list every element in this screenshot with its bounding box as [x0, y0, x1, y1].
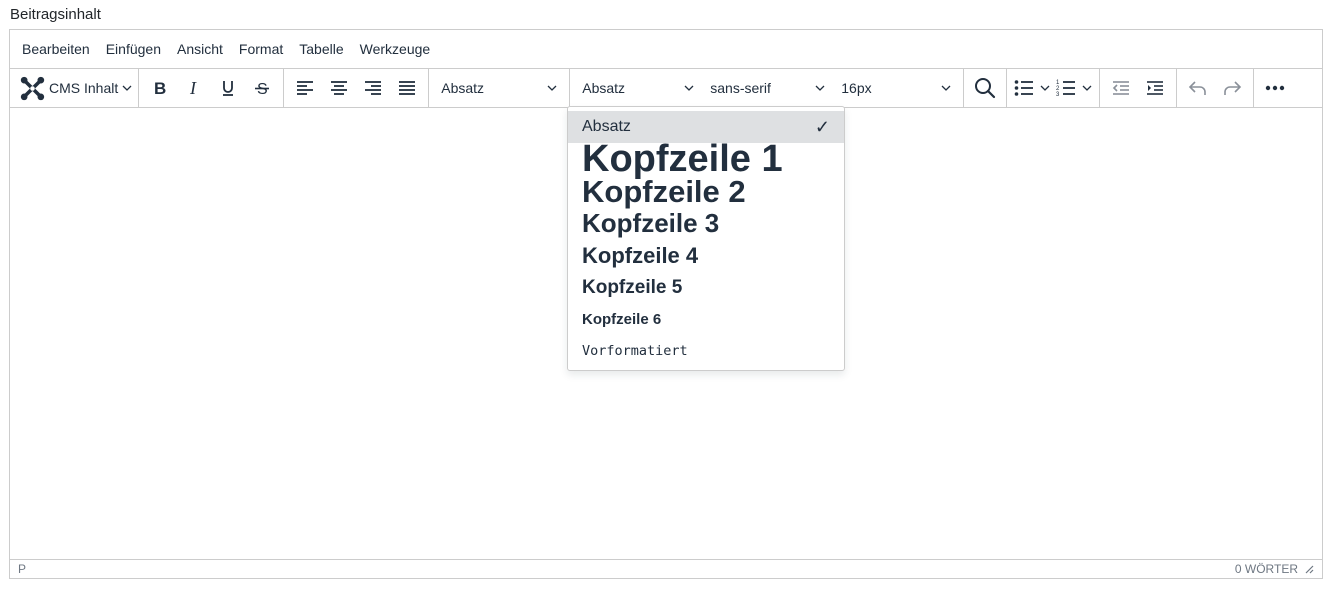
align-justify-icon: [399, 81, 416, 95]
font-family-value: sans-serif: [710, 80, 771, 96]
block-format-select[interactable]: Absatz: [574, 73, 702, 103]
svg-text:B: B: [154, 79, 166, 97]
redo-button[interactable]: [1215, 73, 1249, 103]
toolbar-group-more: [1254, 69, 1296, 107]
menu-insert[interactable]: Einfügen: [98, 35, 169, 63]
italic-button[interactable]: I: [177, 73, 211, 103]
outdent-icon: [1113, 81, 1130, 95]
format-select-1-value: Absatz: [441, 80, 485, 96]
menu-tools[interactable]: Werkzeuge: [352, 35, 439, 63]
joomla-logo-icon: [20, 76, 45, 100]
format-option-label: Kopfzeile 3: [582, 208, 720, 238]
menu-table[interactable]: Tabelle: [291, 35, 351, 63]
svg-text:3: 3: [1056, 92, 1060, 97]
underline-icon: [223, 81, 234, 96]
format-option-label: Kopfzeile 2: [582, 174, 746, 209]
numbered-list-button[interactable]: 123: [1053, 73, 1095, 103]
strikethrough-icon: S: [255, 81, 270, 97]
undo-icon: [1189, 81, 1207, 95]
format-option-label: Kopfzeile 1: [582, 138, 783, 180]
checkmark-icon: ✓: [814, 117, 830, 137]
search-icon: [975, 78, 996, 99]
format-option-heading-5[interactable]: Kopfzeile 5: [568, 271, 844, 304]
toolbar-group-font: Absatz sans-serif 16px: [570, 69, 965, 107]
format-option-heading-4[interactable]: Kopfzeile 4: [568, 240, 844, 271]
italic-icon: I: [189, 79, 197, 97]
font-family-select[interactable]: sans-serif: [702, 73, 833, 103]
align-left-button[interactable]: [288, 73, 322, 103]
align-right-button[interactable]: [356, 73, 390, 103]
toolbar-group-align: [284, 69, 430, 107]
toolbar-group-text-style: B I S: [139, 69, 285, 107]
chevron-down-icon: [684, 85, 694, 91]
redo-icon: [1224, 81, 1242, 95]
format-option-label: Kopfzeile 4: [582, 243, 699, 268]
block-format-value: Absatz: [582, 80, 626, 96]
align-center-icon: [331, 81, 348, 95]
chevron-down-icon: [1040, 85, 1050, 91]
outdent-button[interactable]: [1104, 73, 1138, 103]
format-option-label: Vorformatiert: [582, 343, 688, 359]
chevron-down-icon: [547, 85, 557, 91]
font-size-select[interactable]: 16px: [833, 73, 959, 103]
cms-content-button[interactable]: CMS Inhalt: [16, 73, 134, 103]
format-option-label: Kopfzeile 6: [582, 311, 662, 328]
menubar: Bearbeiten Einfügen Ansicht Format Tabel…: [10, 30, 1322, 69]
bold-icon: B: [154, 79, 166, 97]
bullet-list-icon: [1014, 80, 1034, 96]
format-option-heading-2[interactable]: Kopfzeile 2: [568, 176, 844, 207]
bullet-list-button[interactable]: [1011, 73, 1053, 103]
chevron-down-icon: [1082, 85, 1092, 91]
toolbar-group-search: [964, 69, 1008, 107]
font-size-value: 16px: [841, 80, 872, 96]
align-left-icon: [297, 81, 314, 95]
align-right-icon: [365, 81, 382, 95]
chevron-down-icon: [941, 85, 951, 91]
search-replace-button[interactable]: [968, 73, 1002, 103]
format-option-label: Kopfzeile 5: [582, 277, 683, 298]
statusbar: P 0 WÖRTER: [10, 559, 1322, 578]
block-format-dropdown: Absatz ✓ Kopfzeile 1 Kopfzeile 2 Kopfzei…: [567, 106, 845, 371]
strikethrough-button[interactable]: S: [245, 73, 279, 103]
underline-button[interactable]: [211, 73, 245, 103]
menu-view[interactable]: Ansicht: [169, 35, 231, 63]
toolbar: CMS Inhalt B I S Absatz Absatz sans-seri…: [10, 69, 1322, 108]
more-icon: [1266, 85, 1285, 91]
svg-text:I: I: [189, 79, 197, 97]
menu-edit[interactable]: Bearbeiten: [14, 35, 98, 63]
numbered-list-icon: 123: [1056, 80, 1076, 97]
align-justify-button[interactable]: [390, 73, 424, 103]
element-path[interactable]: P: [18, 562, 26, 576]
indent-button[interactable]: [1138, 73, 1172, 103]
cms-content-label: CMS Inhalt: [49, 80, 119, 96]
word-count[interactable]: 0 WÖRTER: [1235, 562, 1298, 576]
indent-icon: [1147, 81, 1164, 95]
format-select-1[interactable]: Absatz: [433, 73, 565, 103]
field-label: Beitragsinhalt: [10, 6, 101, 23]
format-option-heading-6[interactable]: Kopfzeile 6: [568, 304, 844, 335]
resize-handle-icon[interactable]: [1304, 564, 1314, 574]
toolbar-group-indent: [1100, 69, 1178, 107]
format-option-preformatted[interactable]: Vorformatiert: [568, 335, 844, 368]
toolbar-group-lists: 123: [1007, 69, 1101, 107]
format-option-heading-1[interactable]: Kopfzeile 1: [568, 138, 844, 180]
format-option-heading-3[interactable]: Kopfzeile 3: [568, 207, 844, 240]
more-button[interactable]: [1258, 73, 1292, 103]
toolbar-group-history: [1177, 69, 1255, 107]
toolbar-group-cms: CMS Inhalt: [10, 69, 140, 107]
menu-format[interactable]: Format: [231, 35, 291, 63]
chevron-down-icon: [815, 85, 825, 91]
undo-button[interactable]: [1181, 73, 1215, 103]
toolbar-group-format: Absatz: [429, 69, 571, 107]
align-center-button[interactable]: [322, 73, 356, 103]
chevron-down-icon: [122, 85, 132, 91]
bold-button[interactable]: B: [143, 73, 177, 103]
